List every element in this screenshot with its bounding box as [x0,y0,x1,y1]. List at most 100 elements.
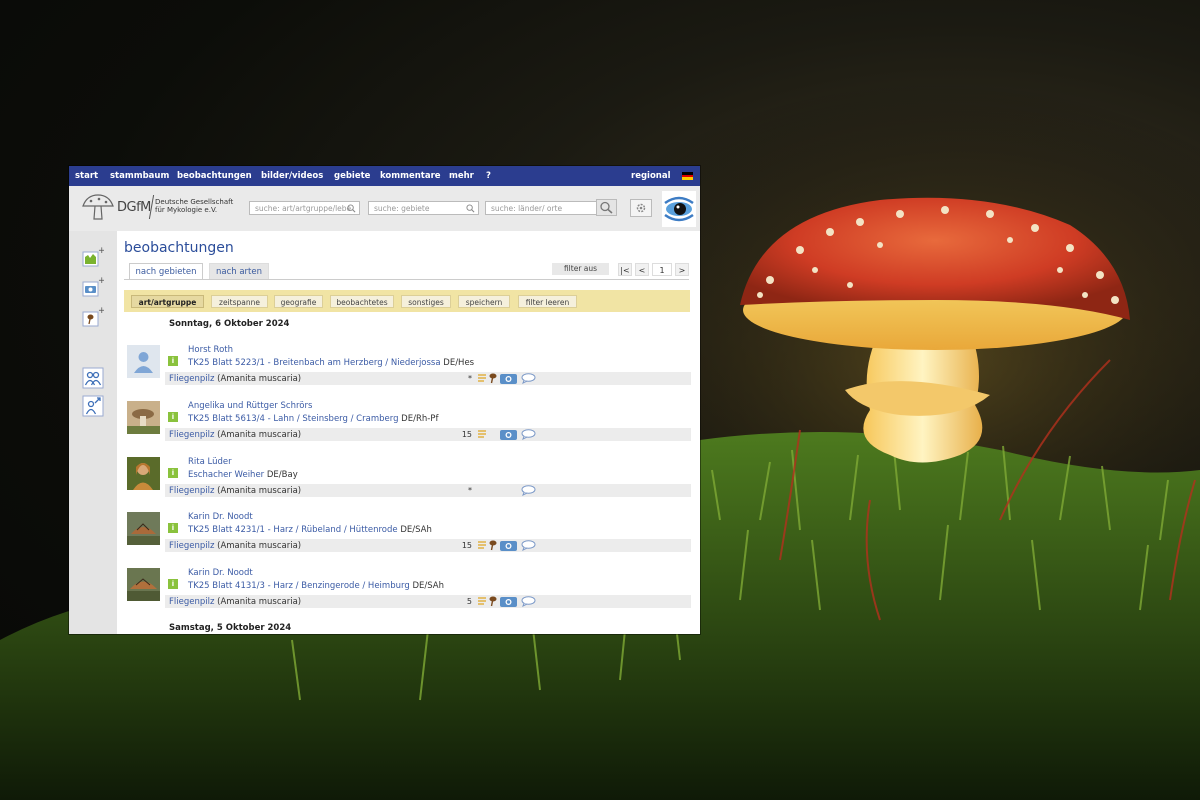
list-icon[interactable] [477,429,487,440]
comment-icon[interactable] [521,485,536,496]
nav-beobachtungen[interactable]: beobachtungen [177,171,252,181]
add-photo-icon[interactable]: + [82,275,104,297]
observation-count: 15 [461,541,472,550]
observation-location[interactable]: TK25 Blatt 4231/1 - Harz / Rübeland / Hü… [188,525,432,535]
add-area-icon[interactable]: + [82,245,104,267]
nav-mehr[interactable]: mehr [449,171,474,181]
observer-photo[interactable] [127,568,160,601]
search-icon [466,204,475,213]
camera-icon[interactable] [500,429,518,440]
gear-icon [636,203,646,213]
comment-icon[interactable] [521,540,536,551]
species-row: Fliegenpilz (Amanita muscaria) * [165,484,691,497]
observation-entry: i Karin Dr. Noodt TK25 Blatt 4231/1 - Ha… [125,512,691,562]
add-observation-icon[interactable]: + [82,305,104,327]
page-title: beobachtungen [124,240,234,256]
observation-count: 5 [466,597,472,606]
filter-sonstiges[interactable]: sonstiges [401,295,451,308]
filter-leeren[interactable]: filter leeren [518,295,577,308]
comment-icon[interactable] [521,596,536,607]
search-species-placeholder: suche: art/artgruppe/lebe [255,204,352,213]
tab-nach-arten[interactable]: nach arten [209,263,269,280]
observer-name[interactable]: Angelika und Rüttger Schrörs [188,401,312,411]
info-badge-icon[interactable]: i [168,412,178,422]
nav-help[interactable]: ? [486,171,491,181]
user-share-icon[interactable] [82,395,104,417]
mushroom-icon[interactable] [488,540,497,551]
eye-logo-icon[interactable] [662,191,696,227]
pager-first-button[interactable]: |< [618,263,632,276]
pager-page-number[interactable]: 1 [652,263,672,276]
website-screenshot: start stammbaum beobachtungen bilder/vid… [69,166,700,634]
avatar[interactable] [127,345,160,378]
comment-icon[interactable] [521,373,536,384]
species-name[interactable]: Fliegenpilz (Amanita muscaria) [169,486,301,496]
list-icon[interactable] [477,373,487,384]
info-badge-icon[interactable]: i [168,356,178,366]
observation-entry: i Horst Roth TK25 Blatt 5223/1 - Breiten… [125,345,691,395]
tab-divider [124,279,689,280]
observation-entry: i Karin Dr. Noodt TK25 Blatt 4131/3 - Ha… [125,568,691,618]
observer-name[interactable]: Karin Dr. Noodt [188,568,253,578]
info-badge-icon[interactable]: i [168,468,178,478]
pager-prev-button[interactable]: < [635,263,649,276]
dgfm-mushroom-logo-icon[interactable] [81,192,115,222]
info-badge-icon[interactable]: i [168,579,178,589]
users-icon[interactable] [82,367,104,389]
filter-art-artgruppe[interactable]: art/artgruppe [131,295,204,308]
observation-count: * [468,374,472,383]
species-name[interactable]: Fliegenpilz (Amanita muscaria) [169,541,301,551]
list-icon[interactable] [477,596,487,607]
comment-icon[interactable] [521,429,536,440]
filter-zeitspanne[interactable]: zeitspanne [211,295,268,308]
pager-next-button[interactable]: > [675,263,689,276]
observer-name[interactable]: Karin Dr. Noodt [188,512,253,522]
observation-count: 15 [461,430,472,439]
observation-location[interactable]: Eschacher Weiher DE/Bay [188,470,298,480]
search-areas-placeholder: suche: gebiete [374,204,430,213]
observation-entry: i Rita Lüder Eschacher Weiher DE/Bay Fli… [125,457,691,507]
observer-photo[interactable] [127,401,160,434]
search-countries-input[interactable]: suche: länder/ orte [485,201,597,215]
species-name[interactable]: Fliegenpilz (Amanita muscaria) [169,430,301,440]
nav-stammbaum[interactable]: stammbaum [110,171,169,181]
observation-location[interactable]: TK25 Blatt 5613/4 - Lahn / Steinsberg / … [188,414,438,424]
camera-icon[interactable] [500,596,518,607]
main-content: beobachtungen nach gebieten nach arten f… [117,231,700,634]
species-row: Fliegenpilz (Amanita muscaria) * [165,372,691,385]
info-badge-icon[interactable]: i [168,523,178,533]
observation-location[interactable]: TK25 Blatt 5223/1 - Breitenbach am Herzb… [188,358,474,368]
tab-nach-gebieten[interactable]: nach gebieten [129,263,203,280]
svg-text:+: + [98,306,104,316]
species-name[interactable]: Fliegenpilz (Amanita muscaria) [169,597,301,607]
observation-location[interactable]: TK25 Blatt 4131/3 - Harz / Benzingerode … [188,581,444,591]
settings-button[interactable] [630,199,652,217]
svg-text:+: + [98,246,104,256]
observer-photo[interactable] [127,512,160,545]
logo-subtitle: Deutsche Gesellschaft für Mykologie e.V. [155,198,234,214]
camera-icon[interactable] [500,540,518,551]
date-heading: Samstag, 5 Oktober 2024 [169,623,292,633]
observer-photo[interactable] [127,457,160,490]
filter-beobachtetes[interactable]: beobachtetes [330,295,394,308]
german-flag-icon[interactable] [682,172,693,181]
search-areas-input[interactable]: suche: gebiete [368,201,479,215]
observer-name[interactable]: Rita Lüder [188,457,232,467]
search-species-input[interactable]: suche: art/artgruppe/lebe [249,201,360,215]
search-button[interactable] [596,199,617,216]
nav-bilder-videos[interactable]: bilder/videos [261,171,323,181]
mushroom-icon[interactable] [488,373,497,384]
mushroom-icon[interactable] [488,596,497,607]
nav-regional[interactable]: regional [631,171,671,181]
camera-icon[interactable] [500,373,518,384]
nav-start[interactable]: start [75,171,98,181]
list-icon[interactable] [477,540,487,551]
nav-gebiete[interactable]: gebiete [334,171,370,181]
filter-speichern[interactable]: speichern [458,295,510,308]
filter-geografie[interactable]: geografie [274,295,323,308]
species-name[interactable]: Fliegenpilz (Amanita muscaria) [169,374,301,384]
species-row: Fliegenpilz (Amanita muscaria) 5 [165,595,691,608]
filter-off-button[interactable]: filter aus [552,263,609,275]
nav-kommentare[interactable]: kommentare [380,171,441,181]
observer-name[interactable]: Horst Roth [188,345,233,355]
